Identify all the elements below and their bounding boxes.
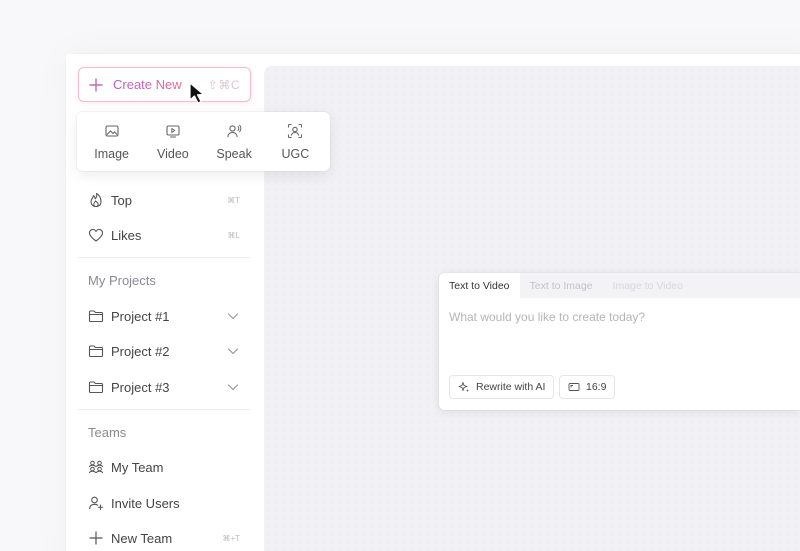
- chevron-down-icon[interactable]: [226, 380, 240, 394]
- tab-image-to-video[interactable]: Image to Video: [603, 273, 693, 298]
- chevron-down-icon[interactable]: [226, 344, 240, 358]
- create-menu-image-label: Image: [94, 146, 129, 161]
- chevron-down-icon[interactable]: [226, 309, 240, 323]
- sidebar-item-project-2-label: Project #2: [111, 343, 170, 359]
- sidebar-item-likes-shortcut: ⌘L: [227, 230, 240, 240]
- sidebar-item-project-3[interactable]: Project #3: [88, 377, 240, 397]
- sidebar-item-top[interactable]: Top ⌘T: [88, 190, 240, 210]
- plus-icon: [89, 77, 103, 92]
- video-icon: [166, 124, 180, 138]
- sidebar-item-new-team[interactable]: New Team ⌘+T: [88, 528, 240, 548]
- folder-icon: [88, 310, 104, 323]
- mouse-cursor-icon: [189, 82, 205, 104]
- speak-icon: [227, 124, 242, 137]
- aspect-ratio-button[interactable]: 16:9: [559, 375, 616, 399]
- create-menu-image[interactable]: Image: [83, 123, 141, 161]
- sidebar-item-likes-label: Likes: [111, 227, 142, 243]
- create-menu-speak[interactable]: Speak: [205, 123, 263, 161]
- sidebar-item-likes[interactable]: Likes ⌘L: [88, 225, 240, 245]
- sidebar-item-project-1-label: Project #1: [111, 308, 170, 324]
- sidebar-item-top-label: Top: [111, 192, 132, 208]
- rewrite-with-ai-button[interactable]: Rewrite with AI: [449, 375, 555, 399]
- sparkle-icon: [458, 382, 469, 392]
- create-new-label: Create New: [113, 77, 182, 92]
- tab-text-to-video[interactable]: Text to Video: [439, 273, 520, 298]
- sidebar-divider: [78, 257, 250, 258]
- sidebar-item-invite-users-label: Invite Users: [111, 495, 180, 511]
- create-new-button[interactable]: Create New ⇧⌘C: [78, 67, 251, 102]
- sidebar-item-my-team-label: My Team: [111, 459, 164, 475]
- tab-text-to-image[interactable]: Text to Image: [520, 273, 603, 298]
- ugc-icon: [288, 123, 303, 138]
- user-plus-icon: [88, 496, 104, 511]
- teams-title: Teams: [88, 425, 127, 440]
- sidebar-item-new-team-label: New Team: [111, 530, 173, 546]
- sidebar-item-my-team[interactable]: My Team: [88, 457, 240, 477]
- sidebar-divider: [78, 409, 250, 410]
- create-menu-ugc-label: UGC: [281, 146, 310, 161]
- image-icon: [105, 124, 119, 137]
- plus-icon: [89, 531, 103, 545]
- my-projects-title: My Projects: [88, 273, 156, 288]
- team-icon: [89, 460, 103, 474]
- prompt-tab-bar: Text to Video Text to Image Image to Vid…: [439, 273, 800, 298]
- create-menu-video[interactable]: Video: [144, 123, 202, 161]
- prompt-card: Text to Video Text to Image Image to Vid…: [439, 273, 800, 410]
- prompt-input[interactable]: [449, 306, 789, 328]
- folder-icon: [88, 345, 104, 358]
- create-menu: Image Video Speak UGC: [77, 112, 330, 171]
- sidebar-item-top-shortcut: ⌘T: [227, 195, 240, 205]
- sidebar-item-invite-users[interactable]: Invite Users: [88, 493, 240, 513]
- aspect-ratio-icon: [568, 383, 580, 391]
- sidebar-item-project-1[interactable]: Project #1: [88, 306, 240, 326]
- sidebar-item-new-team-shortcut: ⌘+T: [222, 533, 240, 543]
- heart-icon: [88, 228, 104, 242]
- create-menu-speak-label: Speak: [216, 146, 252, 161]
- create-menu-video-label: Video: [157, 146, 189, 161]
- create-menu-ugc[interactable]: UGC: [266, 123, 324, 161]
- folder-icon: [88, 381, 104, 394]
- sidebar-item-project-2[interactable]: Project #2: [88, 341, 240, 361]
- create-new-shortcut: ⇧⌘C: [207, 78, 240, 92]
- aspect-ratio-label: 16:9: [586, 381, 607, 393]
- sidebar-item-project-3-label: Project #3: [111, 379, 170, 395]
- flame-icon: [90, 192, 102, 208]
- rewrite-with-ai-label: Rewrite with AI: [476, 381, 546, 393]
